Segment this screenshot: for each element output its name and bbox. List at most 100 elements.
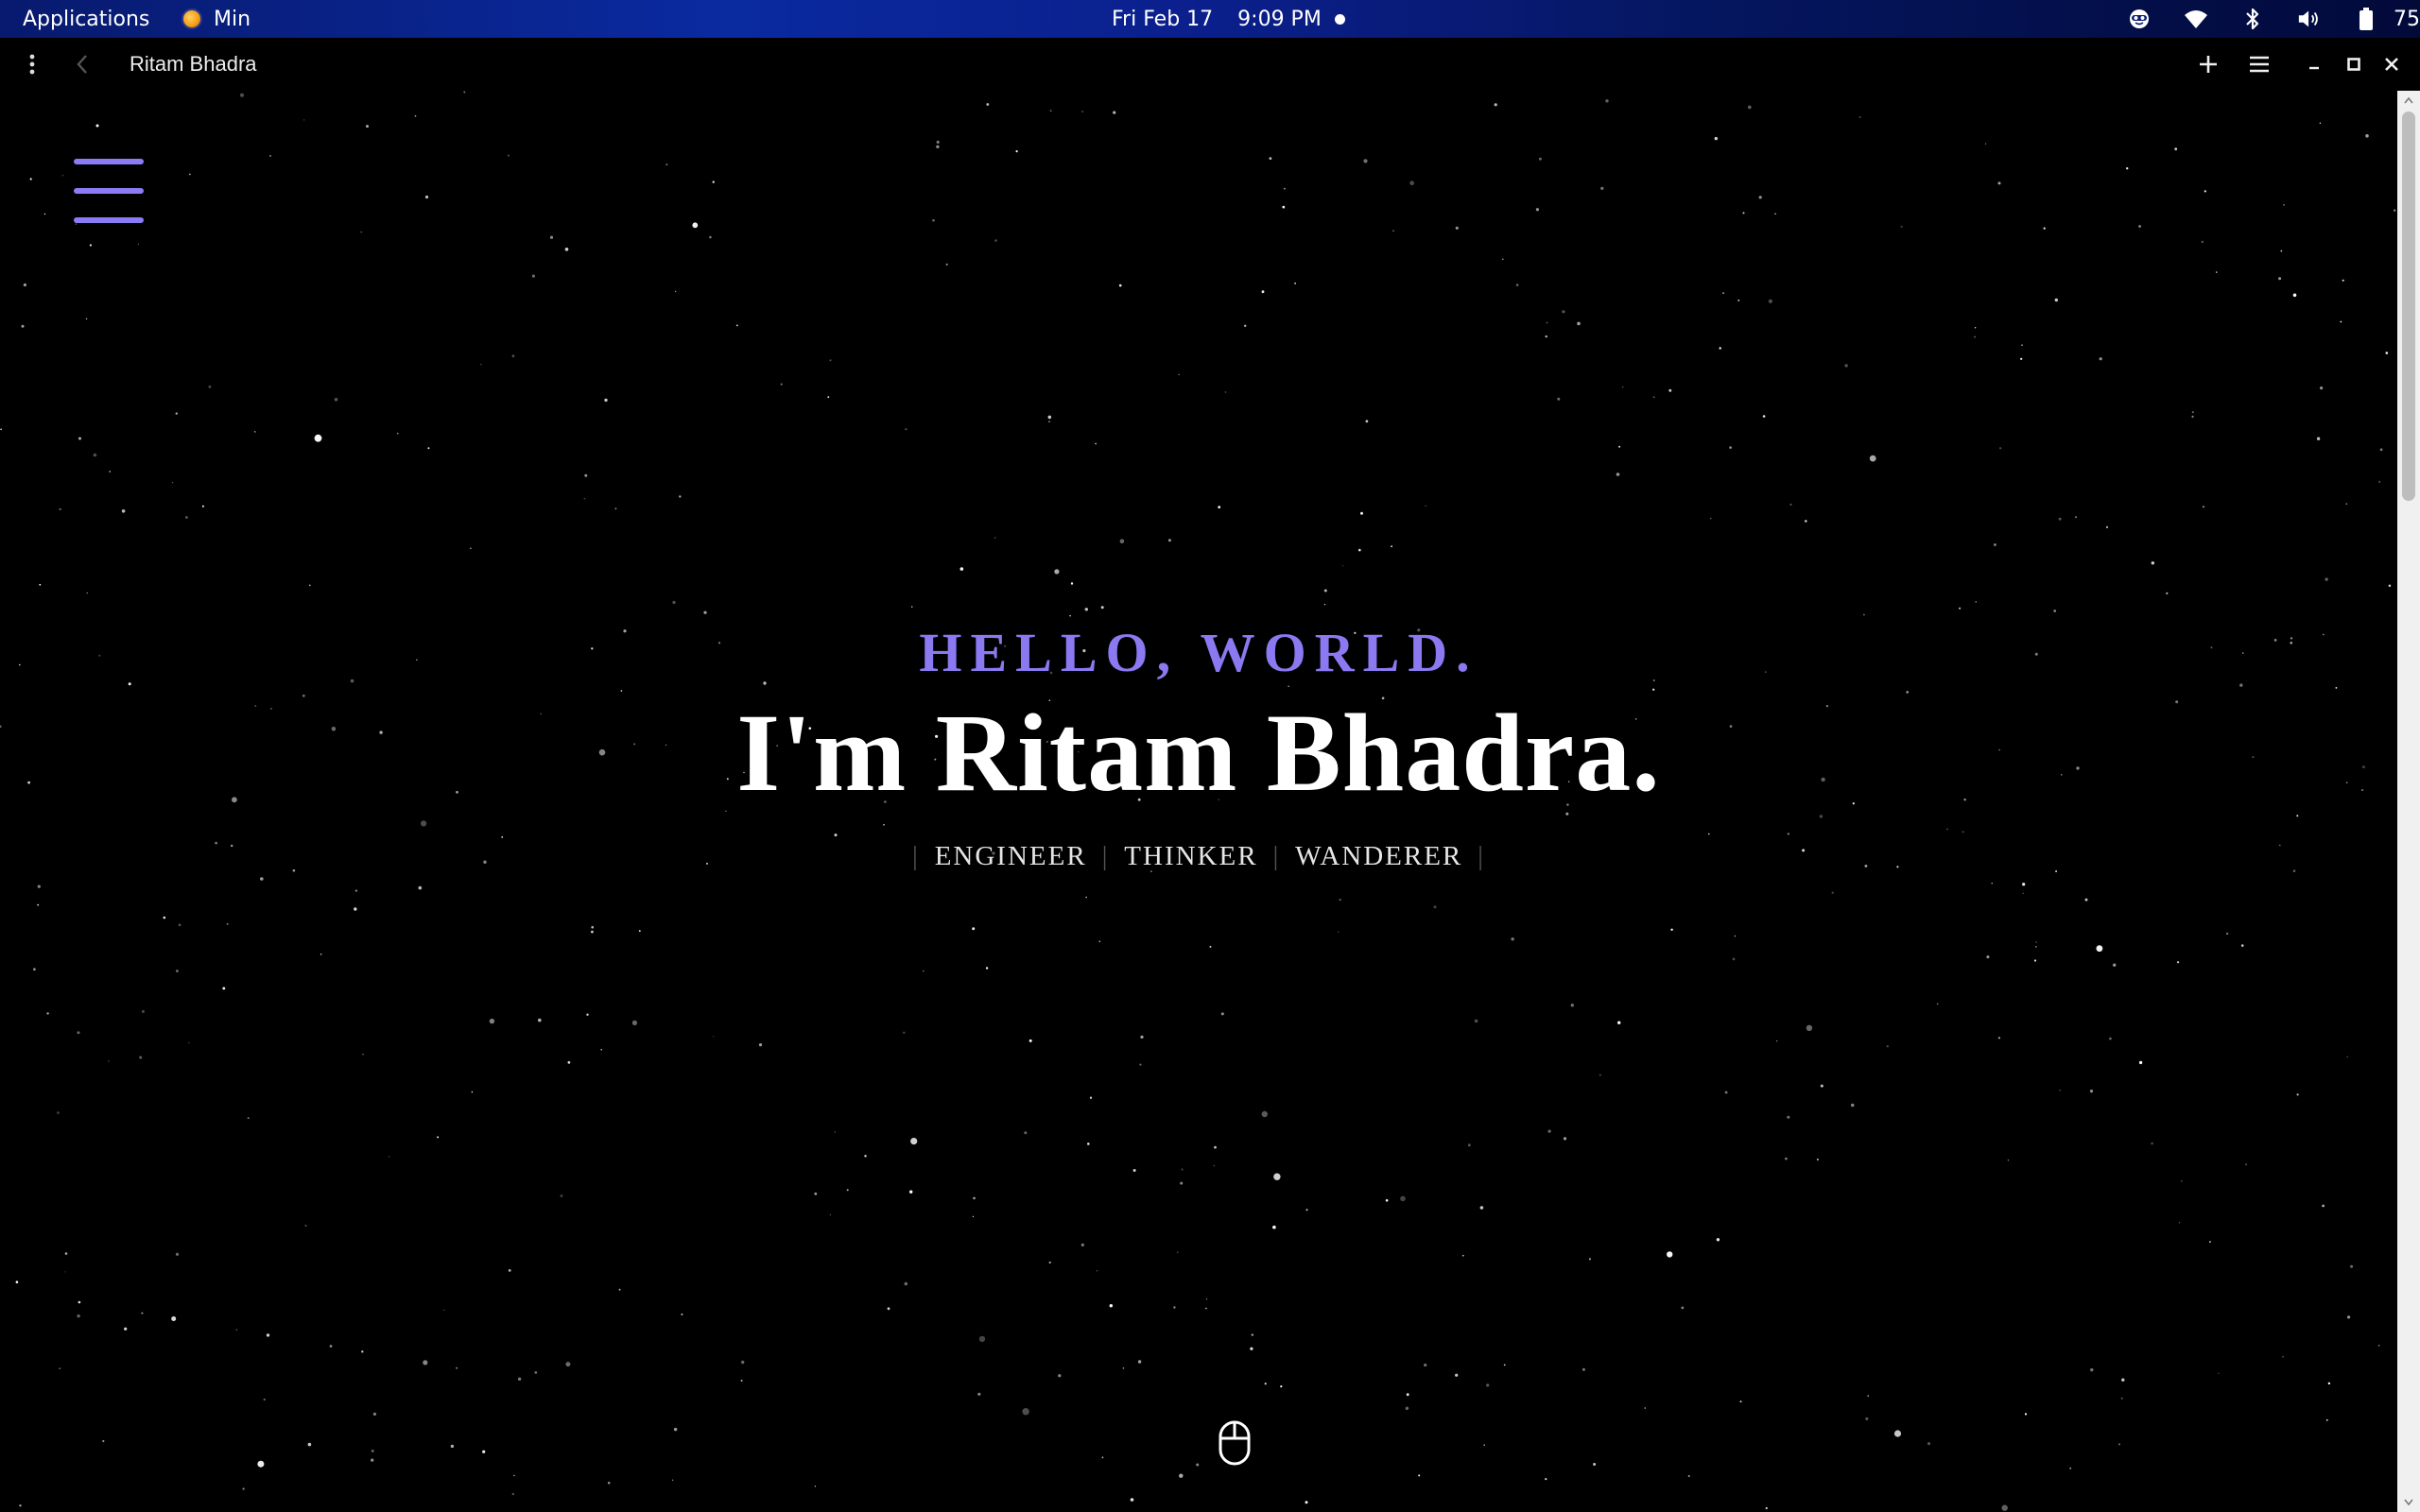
active-app-indicator[interactable]: Min — [182, 0, 251, 38]
star — [1433, 905, 1437, 909]
star — [829, 359, 832, 362]
star — [909, 1190, 913, 1194]
star — [679, 495, 682, 498]
battery-icon[interactable] — [2354, 7, 2378, 31]
star — [534, 1371, 538, 1374]
applications-label: Applications — [23, 7, 150, 31]
menu-dots-icon[interactable] — [19, 38, 45, 91]
scroll-up-arrow-icon[interactable] — [2397, 91, 2420, 110]
star — [1557, 397, 1561, 401]
star — [1284, 187, 1286, 190]
star — [511, 1492, 514, 1496]
star — [1213, 1164, 1216, 1167]
star — [631, 1020, 638, 1025]
star — [538, 1018, 542, 1022]
star — [1365, 420, 1369, 423]
close-icon[interactable] — [2378, 38, 2405, 91]
star — [260, 877, 264, 881]
star — [1618, 445, 1621, 448]
star — [1765, 1506, 1768, 1510]
star — [2074, 516, 2078, 519]
star — [437, 1136, 440, 1139]
star — [1022, 1408, 1029, 1416]
notification-dot-icon[interactable] — [1335, 0, 1345, 38]
star — [2322, 1204, 2325, 1208]
star — [1546, 321, 1548, 324]
star — [709, 235, 712, 239]
role-wanderer: WANDERER — [1295, 841, 1463, 871]
role-engineer: ENGINEER — [934, 841, 1087, 871]
scrollbar-thumb[interactable] — [2402, 112, 2415, 501]
star — [2166, 592, 2169, 595]
star — [1269, 157, 1272, 160]
star — [972, 927, 976, 931]
star — [1582, 1367, 1585, 1371]
scroll-down-mouse-icon[interactable] — [1218, 1419, 1252, 1467]
star — [1028, 1039, 1032, 1042]
star — [360, 231, 363, 233]
star — [1098, 940, 1101, 942]
star — [978, 1335, 986, 1343]
star — [175, 412, 178, 415]
star — [1392, 230, 1394, 232]
star — [480, 363, 482, 366]
star — [78, 437, 81, 440]
hero-name: I'm Ritam Bhadra. — [736, 691, 1661, 815]
star — [59, 507, 61, 510]
star — [1047, 415, 1052, 420]
star — [2327, 1382, 2331, 1385]
bluetooth-icon[interactable] — [2240, 7, 2265, 31]
star — [1218, 506, 1221, 508]
back-icon[interactable] — [68, 38, 96, 91]
volume-icon[interactable] — [2297, 7, 2322, 31]
star — [1511, 937, 1514, 941]
star — [1975, 601, 1977, 603]
min-browser-icon — [182, 9, 202, 29]
star — [1095, 442, 1097, 445]
star — [1502, 258, 1504, 261]
star — [1616, 472, 1620, 476]
star — [1998, 447, 2002, 450]
maximize-icon[interactable] — [2341, 38, 2367, 91]
star — [1089, 1096, 1093, 1099]
star — [560, 1194, 563, 1197]
star — [977, 1392, 981, 1396]
star — [2138, 1060, 2143, 1065]
minimize-icon[interactable] — [2303, 38, 2325, 91]
star — [1049, 110, 1052, 112]
star — [1409, 180, 1414, 185]
star — [712, 180, 715, 183]
star — [1886, 1045, 1889, 1048]
star — [471, 1091, 474, 1093]
star — [253, 431, 256, 433]
star — [1716, 1238, 1720, 1242]
applications-menu[interactable]: Applications — [23, 0, 149, 38]
star — [834, 1131, 837, 1133]
star — [2099, 357, 2102, 361]
plus-icon[interactable] — [2191, 38, 2225, 91]
star — [2174, 147, 2178, 151]
star — [137, 243, 140, 246]
star — [583, 497, 586, 500]
wifi-icon[interactable] — [2184, 7, 2208, 31]
star — [986, 103, 990, 106]
clock-widget[interactable]: Fri Feb 17 9:09 PM — [1112, 0, 1322, 38]
page-scrollbar[interactable] — [2397, 91, 2420, 1512]
star — [2113, 963, 2117, 967]
star — [1644, 1407, 1647, 1409]
star — [1209, 945, 1212, 948]
mask-icon[interactable] — [2127, 7, 2152, 31]
star — [1737, 300, 1740, 301]
hamburger-menu-button[interactable] — [74, 159, 144, 223]
star — [371, 1458, 374, 1462]
star — [1176, 1251, 1179, 1253]
star — [1729, 446, 1732, 449]
tabs-list-icon[interactable] — [2242, 38, 2276, 91]
star — [2245, 1163, 2248, 1166]
star — [1467, 1143, 1471, 1147]
tab-title[interactable]: Ritam Bhadra — [130, 38, 257, 91]
star — [59, 1367, 60, 1369]
star — [1323, 589, 1327, 593]
star — [239, 93, 245, 97]
scroll-down-arrow-icon[interactable] — [2397, 1493, 2420, 1512]
